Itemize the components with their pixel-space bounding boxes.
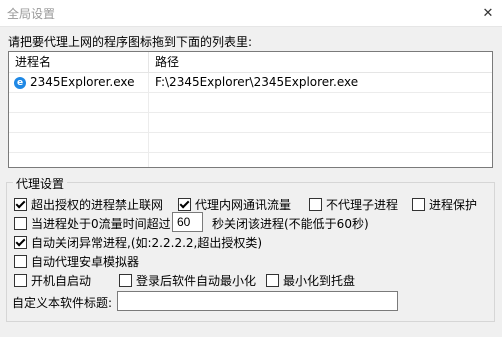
- instruction-text: 请把要代理上网的程序图标拖到下面的列表里:: [8, 35, 253, 49]
- checkbox-process-protect[interactable]: 进程保护: [412, 196, 477, 213]
- process-path-cell: F:\2345Explorer\2345Explorer.exe: [155, 75, 359, 89]
- checkbox-label: 当进程处于0流量时间超过: [31, 217, 171, 231]
- empty-row: [9, 133, 492, 153]
- close-icon: ✕: [482, 5, 494, 21]
- browser-e-icon: e: [14, 76, 26, 89]
- column-header-process-name[interactable]: 进程名: [9, 52, 149, 72]
- checkbox-box[interactable]: [14, 236, 27, 249]
- checkbox-box[interactable]: [119, 274, 132, 287]
- checkbox-android-emulator[interactable]: 自动代理安卓模拟器: [14, 253, 139, 270]
- checkbox-block-unauthorized[interactable]: 超出授权的进程禁止联网: [14, 196, 163, 213]
- checkbox-start-on-boot[interactable]: 开机自启动: [14, 272, 91, 289]
- checkbox-no-child-proxy[interactable]: 不代理子进程: [309, 196, 398, 213]
- checkbox-box[interactable]: [266, 274, 279, 287]
- checkbox-label: 登录后软件自动最小化: [136, 274, 257, 288]
- process-name-cell: e 2345Explorer.exe: [9, 73, 149, 92]
- checkbox-box[interactable]: [14, 198, 27, 211]
- checkbox-box[interactable]: [14, 274, 27, 287]
- table-row[interactable]: e 2345Explorer.exe F:\2345Explorer\2345E…: [9, 73, 492, 93]
- checkbox-label: 自动关闭异常进程,(如:2.2.2.2,超出授权类): [31, 236, 263, 250]
- empty-row: [9, 113, 492, 133]
- empty-row: [9, 153, 492, 167]
- close-button[interactable]: ✕: [474, 0, 502, 26]
- checkbox-box[interactable]: [178, 198, 191, 211]
- proxy-settings-group: 代理设置 超出授权的进程禁止联网 代理内网通讯流量 不代理子进程 进程保护 当进…: [6, 175, 495, 322]
- checkbox-minimize-to-tray[interactable]: 最小化到托盘: [266, 272, 355, 289]
- checkbox-box[interactable]: [14, 255, 27, 268]
- column-header-path[interactable]: 路径: [149, 52, 492, 72]
- custom-title-label: 自定义本软件标题:: [12, 296, 113, 310]
- title-bar: 全局设置 ✕: [0, 0, 502, 27]
- checkbox-label: 不代理子进程: [326, 198, 399, 212]
- checkbox-minimize-after-login[interactable]: 登录后软件自动最小化: [119, 272, 256, 289]
- checkbox-auto-close-abnormal[interactable]: 自动关闭异常进程,(如:2.2.2.2,超出授权类): [14, 234, 262, 251]
- checkbox-zero-traffic[interactable]: 当进程处于0流量时间超过: [14, 215, 171, 232]
- seconds-suffix-text: 秒关闭该进程(不能低于60秒): [212, 217, 369, 231]
- process-name-text: 2345Explorer.exe: [30, 75, 135, 89]
- checkbox-label: 超出授权的进程禁止联网: [31, 198, 164, 212]
- checkbox-box[interactable]: [412, 198, 425, 211]
- checkbox-label: 开机自启动: [31, 274, 92, 288]
- seconds-input[interactable]: [172, 212, 203, 232]
- checkbox-label: 自动代理安卓模拟器: [31, 255, 140, 269]
- checkbox-label: 代理内网通讯流量: [195, 198, 292, 212]
- custom-title-input[interactable]: [117, 291, 398, 311]
- empty-row: [9, 93, 492, 113]
- checkbox-proxy-intranet[interactable]: 代理内网通讯流量: [178, 196, 291, 213]
- checkbox-label: 最小化到托盘: [283, 274, 356, 288]
- checkbox-box[interactable]: [14, 217, 27, 230]
- group-title: 代理设置: [13, 175, 68, 192]
- checkbox-label: 进程保护: [429, 198, 478, 212]
- window-title: 全局设置: [7, 7, 56, 21]
- checkbox-box[interactable]: [309, 198, 322, 211]
- list-header: 进程名 路径: [9, 52, 492, 73]
- process-list[interactable]: 进程名 路径 e 2345Explorer.exe F:\2345Explore…: [8, 51, 493, 168]
